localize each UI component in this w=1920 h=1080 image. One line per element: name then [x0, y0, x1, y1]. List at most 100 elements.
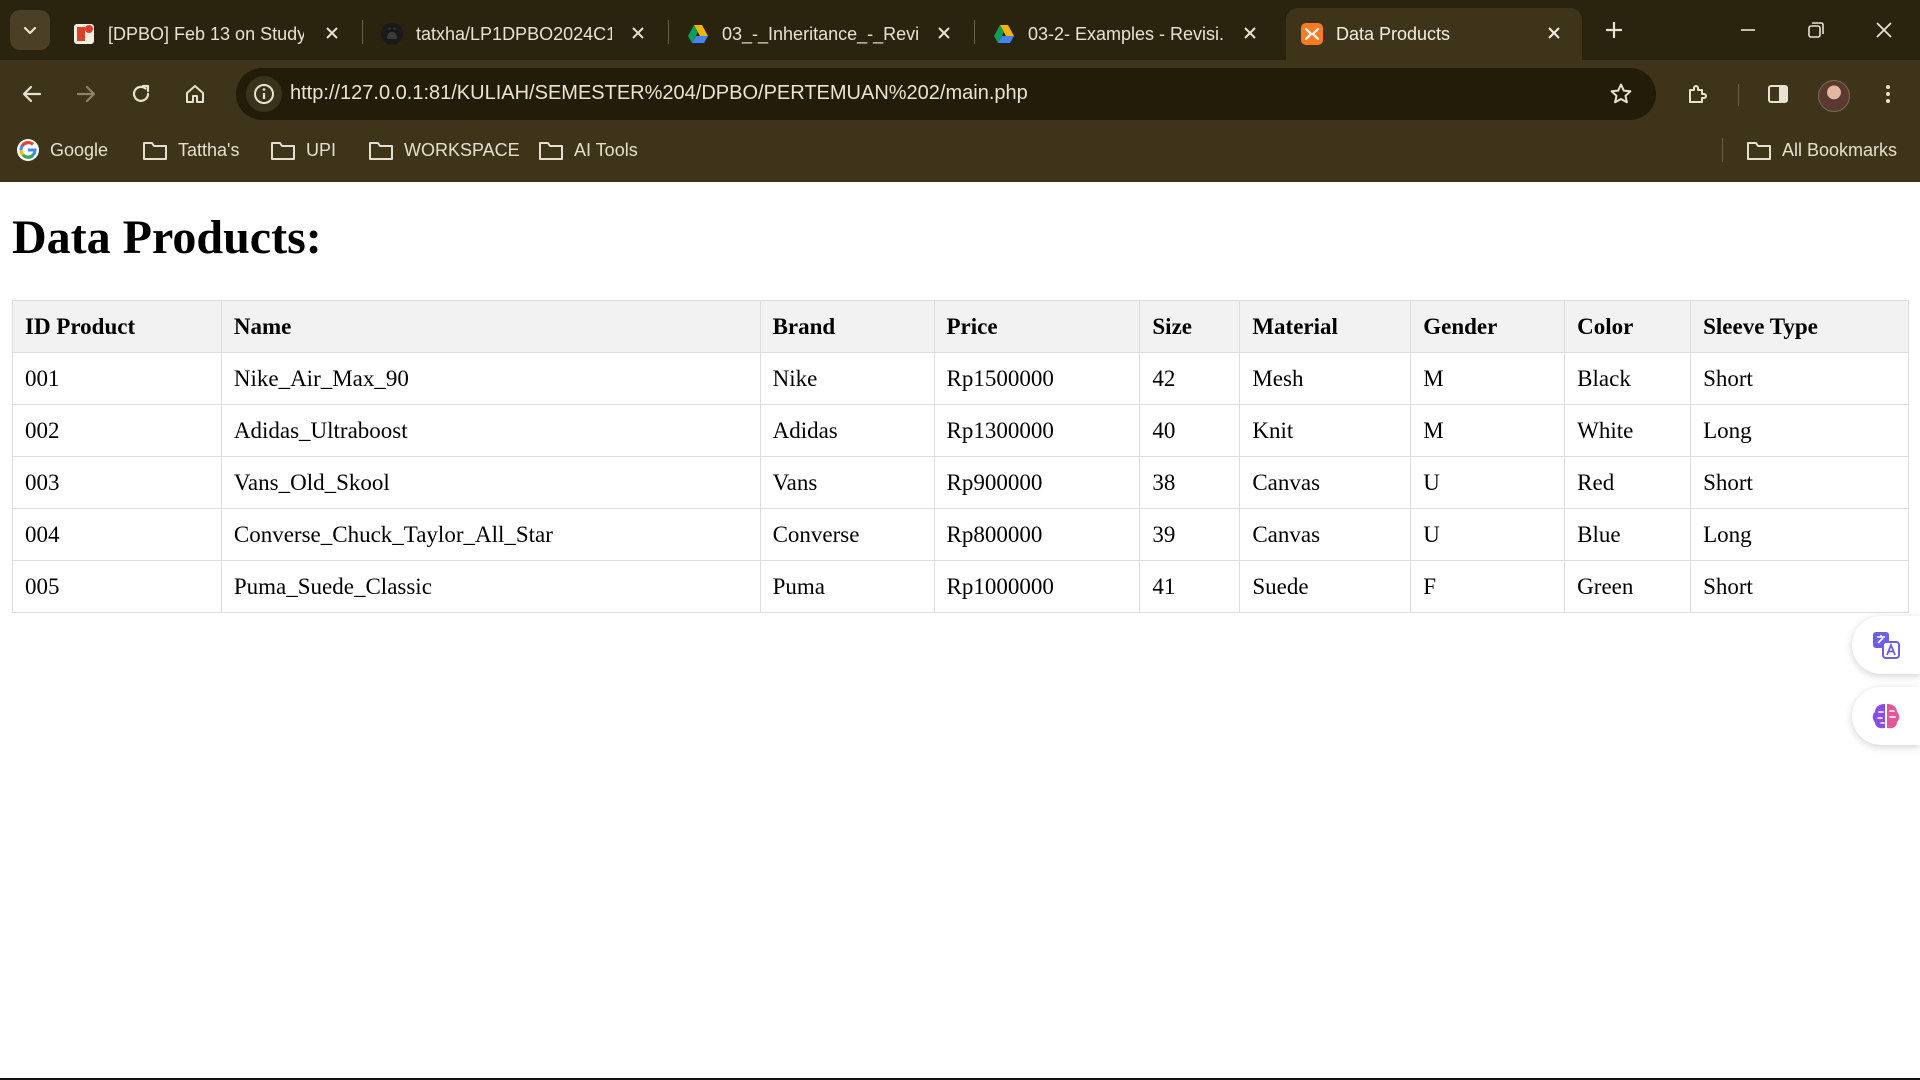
tab-divider — [974, 20, 975, 44]
tab-search-button[interactable] — [10, 10, 50, 50]
table-cell: U — [1410, 456, 1566, 509]
folder-icon — [539, 142, 563, 160]
table-cell: Nike — [759, 352, 935, 405]
reload-button[interactable] — [123, 76, 159, 112]
plus-icon — [1606, 22, 1622, 38]
home-icon — [186, 85, 204, 103]
tab-title: Data Products — [1336, 23, 1451, 44]
bookmark-star-button[interactable] — [1604, 77, 1638, 111]
bookmark-folder-ai-tools[interactable]: AI Tools — [538, 136, 638, 164]
column-header: Brand — [759, 300, 935, 353]
column-header: Color — [1564, 300, 1692, 353]
star-icon — [1610, 83, 1632, 104]
table-cell: 42 — [1139, 352, 1241, 405]
table-cell: Suede — [1239, 560, 1412, 613]
arrow-right-icon — [76, 85, 96, 103]
table-cell: Black — [1564, 352, 1692, 405]
address-url[interactable]: http://127.0.0.1:81/KULIAH/SEMESTER%204/… — [290, 82, 1028, 105]
new-tab-button[interactable] — [1596, 12, 1632, 48]
table-cell: Converse_Chuck_Taylor_All_Star — [220, 508, 761, 561]
ai-assistant-button[interactable] — [1852, 687, 1920, 745]
toolbar-divider — [1738, 84, 1739, 106]
column-header: Material — [1239, 300, 1412, 353]
table-cell: Blue — [1564, 508, 1692, 561]
table-cell: 001 — [12, 352, 222, 405]
tab-study[interactable]: [DPBO] Feb 13 on Study I — [58, 8, 360, 60]
table-cell: Puma_Suede_Classic — [220, 560, 761, 613]
column-header: Name — [220, 300, 761, 353]
tab-github[interactable]: tatxha/LP1DPBO2024C1 — [366, 8, 666, 60]
table-cell: Adidas — [759, 404, 935, 457]
column-header: Gender — [1410, 300, 1566, 353]
table-cell: Red — [1564, 456, 1692, 509]
close-icon[interactable] — [932, 21, 956, 45]
table-cell: 39 — [1139, 508, 1241, 561]
close-icon[interactable] — [320, 21, 344, 45]
table-cell: Vans_Old_Skool — [220, 456, 761, 509]
close-icon[interactable] — [1238, 21, 1262, 45]
table-cell: 004 — [12, 508, 222, 561]
bookmark-label: Google — [50, 139, 109, 160]
table-cell: Rp800000 — [933, 508, 1141, 561]
folder-icon — [143, 142, 167, 160]
table-cell: 005 — [12, 560, 222, 613]
tab-drive-examples[interactable]: 03-2- Examples - Revisi.p — [978, 8, 1278, 60]
table-header-row: ID Product Name Brand Price Size Materia… — [12, 300, 1909, 353]
table-cell: Rp1300000 — [933, 404, 1141, 457]
translate-button[interactable] — [1852, 616, 1920, 674]
page-content: Data Products: ID Product Name Brand Pri… — [0, 182, 1920, 1080]
column-header: Sleeve Type — [1690, 300, 1909, 353]
bookmark-folder-upi[interactable]: UPI — [270, 136, 336, 164]
more-vert-icon — [1886, 85, 1890, 103]
table-cell: Knit — [1239, 404, 1412, 457]
github-favicon — [381, 23, 403, 45]
table-cell: White — [1564, 404, 1692, 457]
table-cell: M — [1410, 352, 1566, 405]
restore-button[interactable] — [1798, 12, 1834, 48]
bookmark-label: UPI — [306, 139, 337, 160]
browser-chrome: [DPBO] Feb 13 on Study I tatxha/LP1DPBO2… — [0, 0, 1920, 182]
minimize-icon — [1741, 29, 1755, 31]
home-button[interactable] — [177, 76, 213, 112]
tab-data-products[interactable]: Data Products — [1286, 8, 1582, 60]
tab-drive-inheritance[interactable]: 03_-_Inheritance_-_Revisi — [672, 8, 972, 60]
drive-favicon — [994, 25, 1014, 43]
all-bookmarks-label: All Bookmarks — [1782, 139, 1898, 160]
bookmark-label: Tattha's — [178, 139, 240, 160]
browser-menu-button[interactable] — [1870, 76, 1906, 112]
back-button[interactable] — [14, 76, 50, 112]
close-icon[interactable] — [626, 21, 650, 45]
close-window-button[interactable] — [1866, 12, 1902, 48]
minimize-button[interactable] — [1730, 12, 1766, 48]
bookmark-google[interactable]: Google — [16, 136, 108, 164]
study-favicon — [74, 24, 94, 44]
folder-icon — [369, 142, 393, 160]
chevron-down-icon — [23, 26, 37, 35]
site-info-button[interactable] — [246, 76, 282, 112]
extensions-button[interactable] — [1680, 76, 1716, 112]
table-cell: Vans — [759, 456, 935, 509]
table-cell: Canvas — [1239, 508, 1412, 561]
table-cell: 002 — [12, 404, 222, 457]
profile-avatar[interactable] — [1818, 80, 1850, 112]
tab-title: tatxha/LP1DPBO2024C1 — [416, 23, 612, 44]
table-cell: F — [1410, 560, 1566, 613]
table-cell: Green — [1564, 560, 1692, 613]
table-cell: 003 — [12, 456, 222, 509]
all-bookmarks-button[interactable]: All Bookmarks — [1746, 136, 1897, 164]
table-row: 003 Vans_Old_Skool Vans Rp900000 38 Canv… — [12, 456, 1909, 509]
table-cell: M — [1410, 404, 1566, 457]
address-bar[interactable]: http://127.0.0.1:81/KULIAH/SEMESTER%204/… — [236, 68, 1656, 120]
tab-divider — [668, 20, 669, 44]
side-panel-button[interactable] — [1760, 76, 1796, 112]
table-cell: U — [1410, 508, 1566, 561]
bookmark-folder-workspace[interactable]: WORKSPACE — [368, 136, 520, 164]
forward-button[interactable] — [68, 76, 104, 112]
bookmark-label: AI Tools — [574, 139, 638, 160]
table-cell: Adidas_Ultraboost — [220, 404, 761, 457]
bookmark-folder-tatthas[interactable]: Tattha's — [142, 136, 239, 164]
google-icon — [17, 139, 39, 161]
table-cell: Mesh — [1239, 352, 1412, 405]
close-icon[interactable] — [1542, 21, 1566, 45]
arrow-left-icon — [22, 85, 42, 103]
